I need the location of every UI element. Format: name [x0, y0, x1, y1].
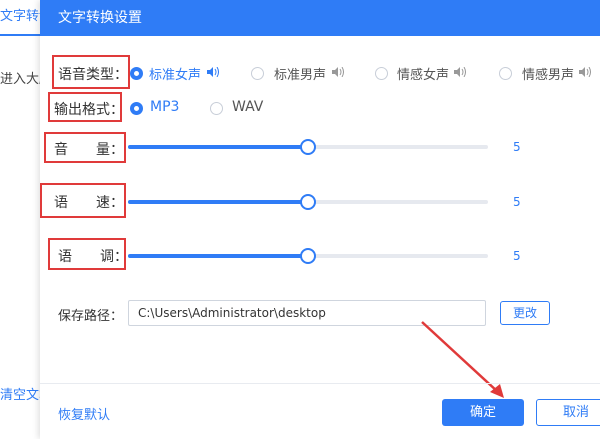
speed-label: 语 速：: [54, 195, 124, 211]
voice-type-label: 语音类型：: [58, 67, 128, 83]
ok-button[interactable]: 确定: [442, 399, 524, 426]
pitch-slider-fill: [128, 254, 308, 258]
clear-text-button[interactable]: 清空文本: [0, 384, 40, 403]
radio-format-wav[interactable]: [210, 102, 223, 115]
background-text: 进入大脑: [0, 72, 40, 87]
text-conversion-settings-dialog: 文字转换设置 语音类型： 标准女声 标准男声 情感女声 情感男声 输出格式： M…: [40, 0, 600, 439]
dialog-title: 文字转换设置: [58, 10, 142, 26]
volume-value: 5: [513, 140, 521, 154]
change-path-button[interactable]: 更改: [500, 301, 550, 325]
dialog-header: 文字转换设置: [40, 0, 600, 36]
volume-slider-thumb[interactable]: [300, 139, 316, 155]
option-label-standard-male[interactable]: 标准男声: [274, 64, 326, 83]
output-format-label: 输出格式：: [54, 102, 124, 118]
cancel-button[interactable]: 取消: [536, 399, 600, 426]
red-arrow-annotation: [421, 321, 504, 398]
pitch-value: 5: [513, 249, 521, 263]
volume-slider-fill: [128, 145, 308, 149]
save-path-label: 保存路径：: [58, 309, 124, 324]
radio-voice-standard-male[interactable]: [251, 67, 264, 80]
speed-value: 5: [513, 195, 521, 209]
speaker-icon[interactable]: [454, 67, 466, 77]
save-path-input[interactable]: C:\Users\Administrator\desktop: [128, 300, 486, 326]
option-label-emotional-female[interactable]: 情感女声: [397, 64, 449, 83]
restore-defaults-button[interactable]: 恢复默认: [58, 404, 110, 423]
radio-format-mp3[interactable]: [130, 102, 143, 115]
speed-slider-thumb[interactable]: [300, 194, 316, 210]
footer-divider: [40, 383, 600, 384]
option-label-emotional-male[interactable]: 情感男声: [522, 64, 574, 83]
speaker-icon[interactable]: [207, 67, 219, 77]
speaker-icon[interactable]: [579, 67, 591, 77]
option-label-wav[interactable]: WAV: [232, 99, 263, 115]
option-label-standard-female[interactable]: 标准女声: [149, 64, 201, 83]
volume-label: 音 量：: [54, 142, 124, 158]
option-label-mp3[interactable]: MP3: [150, 99, 179, 115]
radio-voice-emotional-female[interactable]: [375, 67, 388, 80]
pitch-slider-thumb[interactable]: [300, 248, 316, 264]
pitch-label: 语 调：: [58, 249, 128, 265]
radio-voice-emotional-male[interactable]: [499, 67, 512, 80]
speed-slider-fill: [128, 200, 308, 204]
radio-voice-standard-female[interactable]: [130, 67, 143, 80]
speaker-icon[interactable]: [332, 67, 344, 77]
